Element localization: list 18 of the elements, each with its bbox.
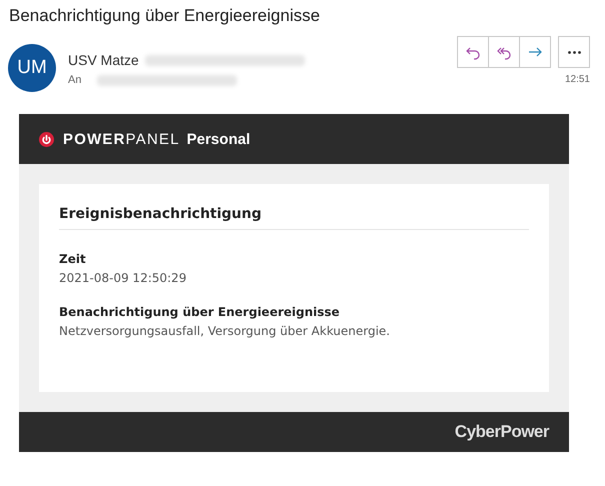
time: 12:51 <box>564 74 590 85</box>
recipient-label: An <box>68 74 82 86</box>
mail-subject: Benachrichtigung über Energieereignisse <box>8 5 321 27</box>
reply-all-button[interactable] <box>488 36 520 68</box>
field-value: 2021-08-09 12:50:29 <box>59 271 188 285</box>
edition-label: Personal <box>186 130 250 148</box>
brand-name: POWERPANEL <box>63 130 180 148</box>
footer-logo: CyberPower <box>454 422 549 442</box>
more-icon <box>568 50 580 54</box>
avatar: UM <box>8 44 56 92</box>
forward-button[interactable] <box>519 36 551 68</box>
field-label: Benachrichtigung über Energieereignisse <box>59 305 341 319</box>
card-title: Ereignisbenachrichtigung <box>59 206 529 230</box>
sender-name: USV Matze <box>68 52 139 68</box>
reply-button[interactable] <box>457 36 489 68</box>
field-value: Netzversorgungsausfall, Versorgung über Akkuenergie. <box>59 324 391 338</box>
power-logo-icon <box>39 132 54 146</box>
field-label: Zeit <box>59 252 87 266</box>
